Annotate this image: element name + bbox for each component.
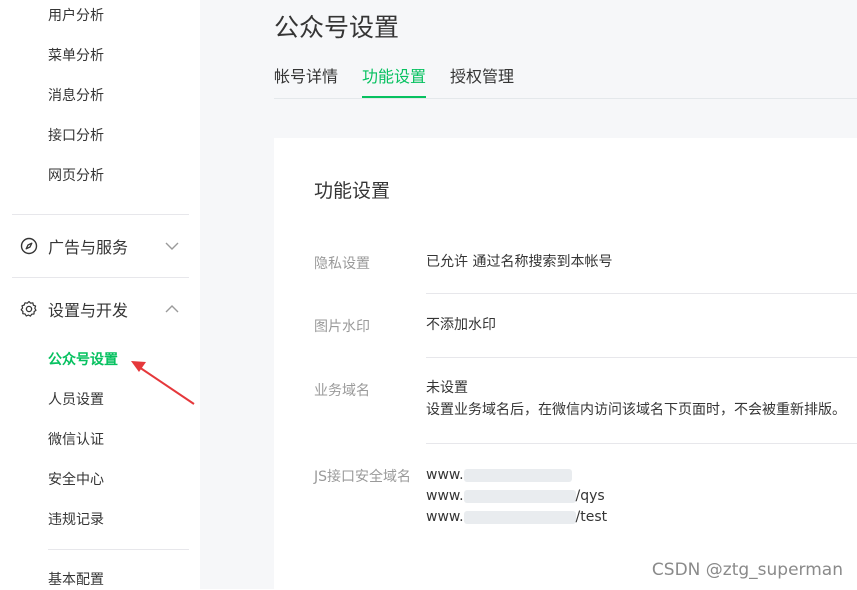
sidebar-item-user-analysis[interactable]: 用户分析 (48, 6, 104, 26)
csdn-watermark: CSDN @ztg_superman (651, 560, 843, 580)
card-title: 功能设置 (314, 180, 391, 202)
redacted-blur (463, 510, 576, 524)
sidebar-item-violation-records[interactable]: 违规记录 (48, 510, 104, 530)
page-title: 公众号设置 (274, 13, 400, 42)
feature-settings-card: 功能设置 隐私设置 已允许 通过名称搜索到本帐号 图片水印 不添加水印 业务域名… (274, 138, 857, 589)
business-domain-status: 未设置 (426, 380, 468, 396)
sidebar-item-message-analysis[interactable]: 消息分析 (48, 86, 104, 106)
js-safe-domain-3: www. /test (426, 507, 607, 528)
row-divider (426, 443, 857, 444)
tab-bar-divider (274, 98, 857, 99)
privacy-settings-label: 隐私设置 (314, 256, 370, 272)
sidebar-group-ads[interactable]: 广告与服务 (20, 234, 200, 258)
tab-authorization[interactable]: 授权管理 (450, 66, 514, 88)
business-domain-hint: 设置业务域名后，在微信内访问该域名下页面时，不会被重新排版。 (426, 402, 846, 418)
sidebar-divider (12, 214, 189, 215)
sidebar-item-api-analysis[interactable]: 接口分析 (48, 126, 104, 146)
sidebar-item-staff-settings[interactable]: 人员设置 (48, 390, 104, 410)
business-domain-label: 业务域名 (314, 383, 370, 399)
compass-icon (20, 237, 38, 255)
sidebar-group-settings-label: 设置与开发 (48, 301, 129, 320)
js-safe-domain-1: www. (426, 465, 572, 486)
row-divider (426, 357, 857, 358)
tab-feature-settings[interactable]: 功能设置 (362, 66, 426, 88)
domain-prefix: www. (426, 467, 464, 483)
domain-suffix: /test (575, 509, 608, 525)
sidebar-group-settings[interactable]: 设置与开发 (20, 297, 200, 321)
sidebar-item-account-settings[interactable]: 公众号设置 (48, 350, 118, 370)
sidebar-group-ads-label: 广告与服务 (48, 238, 129, 257)
privacy-settings-value: 已允许 通过名称搜索到本帐号 (426, 254, 613, 270)
tab-account-details[interactable]: 帐号详情 (274, 66, 338, 88)
image-watermark-value: 不添加水印 (426, 317, 496, 333)
sidebar-item-webpage-analysis[interactable]: 网页分析 (48, 166, 104, 186)
domain-prefix: www. (426, 509, 464, 525)
row-divider (426, 293, 857, 294)
chevron-up-icon[interactable] (164, 301, 180, 317)
domain-suffix: /qys (575, 488, 605, 504)
chevron-down-icon[interactable] (164, 238, 180, 254)
sidebar-divider (48, 549, 189, 550)
sidebar-item-menu-analysis[interactable]: 菜单分析 (48, 46, 104, 66)
gear-icon (20, 300, 37, 317)
redacted-blur (463, 468, 572, 482)
sidebar-item-basic-config[interactable]: 基本配置 (48, 570, 104, 590)
image-watermark-label: 图片水印 (314, 319, 370, 335)
redacted-blur (463, 489, 576, 503)
sidebar-item-security-center[interactable]: 安全中心 (48, 470, 104, 490)
js-safe-domain-2: www. /qys (426, 486, 605, 507)
js-safe-domain-label: JS接口安全域名 (314, 469, 412, 485)
sidebar: 用户分析 菜单分析 消息分析 接口分析 网页分析 广告与服务 设置与开发 公众号… (0, 0, 200, 589)
sidebar-divider (12, 277, 189, 278)
sidebar-item-wechat-verify[interactable]: 微信认证 (48, 430, 104, 450)
domain-prefix: www. (426, 488, 464, 504)
